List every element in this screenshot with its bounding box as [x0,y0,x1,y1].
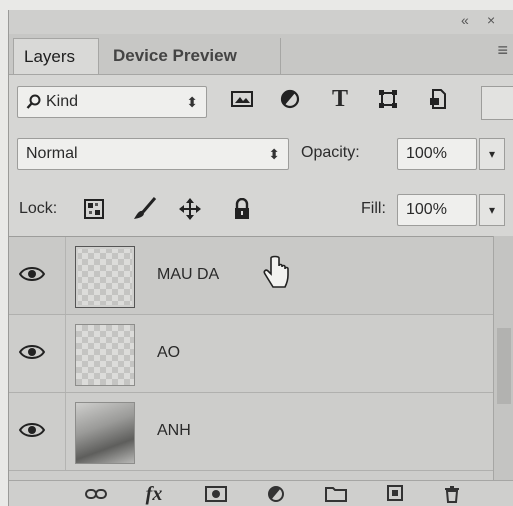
layer-row[interactable]: MAU DA [9,237,493,315]
collapse-button[interactable]: « [461,12,469,28]
add-mask-icon[interactable] [205,485,227,503]
layer-thumbnail [75,324,135,386]
updown-arrows-icon: ⬍ [186,94,198,110]
blend-mode-select[interactable]: Normal ⬍ [17,138,289,170]
layers-scrollbar[interactable] [493,236,513,480]
lock-label: Lock: [19,200,58,217]
blend-mode-value: Normal [26,145,78,162]
tab-layers[interactable]: Layers [13,38,99,74]
layer-thumbnail [75,246,135,308]
shape-filter-icon[interactable] [373,84,403,114]
fill-input[interactable]: 100% [397,194,477,226]
close-button[interactable]: × [487,12,495,28]
layers-panel: « × Layers Device Preview ≡ Kind ⬍ T Nor… [8,10,513,506]
opacity-dropdown-button[interactable]: ▾ [479,138,505,170]
panel-menu-icon[interactable]: ≡ [497,40,508,61]
delete-layer-icon[interactable] [441,485,463,503]
panel-tabs: Layers Device Preview ≡ [9,34,513,75]
bottom-toolbar: fx [9,480,513,506]
eye-visibility-icon[interactable] [19,342,45,362]
visibility-column [9,393,66,470]
visibility-column [9,315,66,392]
opacity-label: Opacity: [301,144,360,161]
layer-thumbnail [75,402,135,464]
fill-label: Fill: [361,200,386,217]
adjustment-filter-icon[interactable] [275,84,305,114]
filter-kind-label: Kind [46,93,79,110]
layer-row[interactable]: ANH [9,393,493,471]
scrollbar-thumb[interactable] [497,328,511,404]
smart-object-filter-icon[interactable] [423,84,453,114]
new-layer-icon[interactable] [385,485,407,503]
filter-kind-select[interactable]: Kind ⬍ [17,86,207,118]
lock-image-pixels-brush-icon[interactable] [129,194,159,224]
tab-device-preview[interactable]: Device Preview [103,38,281,74]
visibility-column [9,237,66,314]
eye-visibility-icon[interactable] [19,420,45,440]
opacity-input[interactable]: 100% [397,138,477,170]
filter-row: Kind ⬍ T [9,78,513,122]
updown-arrows-icon: ⬍ [268,146,280,162]
lock-position-move-icon[interactable] [175,194,205,224]
image-filter-icon[interactable] [227,84,257,114]
lock-transparent-pixels-icon[interactable] [79,194,109,224]
eye-visibility-icon[interactable] [19,264,45,284]
layers-list: MAU DA AO ANH [9,236,493,481]
layer-style-icon[interactable]: fx [143,483,165,505]
fill-dropdown-button[interactable]: ▾ [479,194,505,226]
blend-row: Normal ⬍ Opacity: 100% ▾ [9,132,513,176]
lock-all-padlock-icon[interactable] [227,194,257,224]
panel-title-strip: « × [9,10,513,34]
adjustment-layer-icon[interactable] [265,485,287,503]
link-layers-icon[interactable] [85,485,107,503]
search-icon [26,94,41,109]
type-filter-icon[interactable]: T [325,84,355,114]
hand-cursor-icon [263,255,289,288]
new-group-icon[interactable] [325,485,347,503]
lock-row: Lock: Fill: 100% ▾ [9,188,513,232]
layer-name[interactable]: ANH [157,420,191,442]
filter-toggle-switch[interactable] [481,86,513,120]
layer-name[interactable]: AO [157,342,180,364]
layer-name[interactable]: MAU DA [157,264,219,286]
layer-row[interactable]: AO [9,315,493,393]
